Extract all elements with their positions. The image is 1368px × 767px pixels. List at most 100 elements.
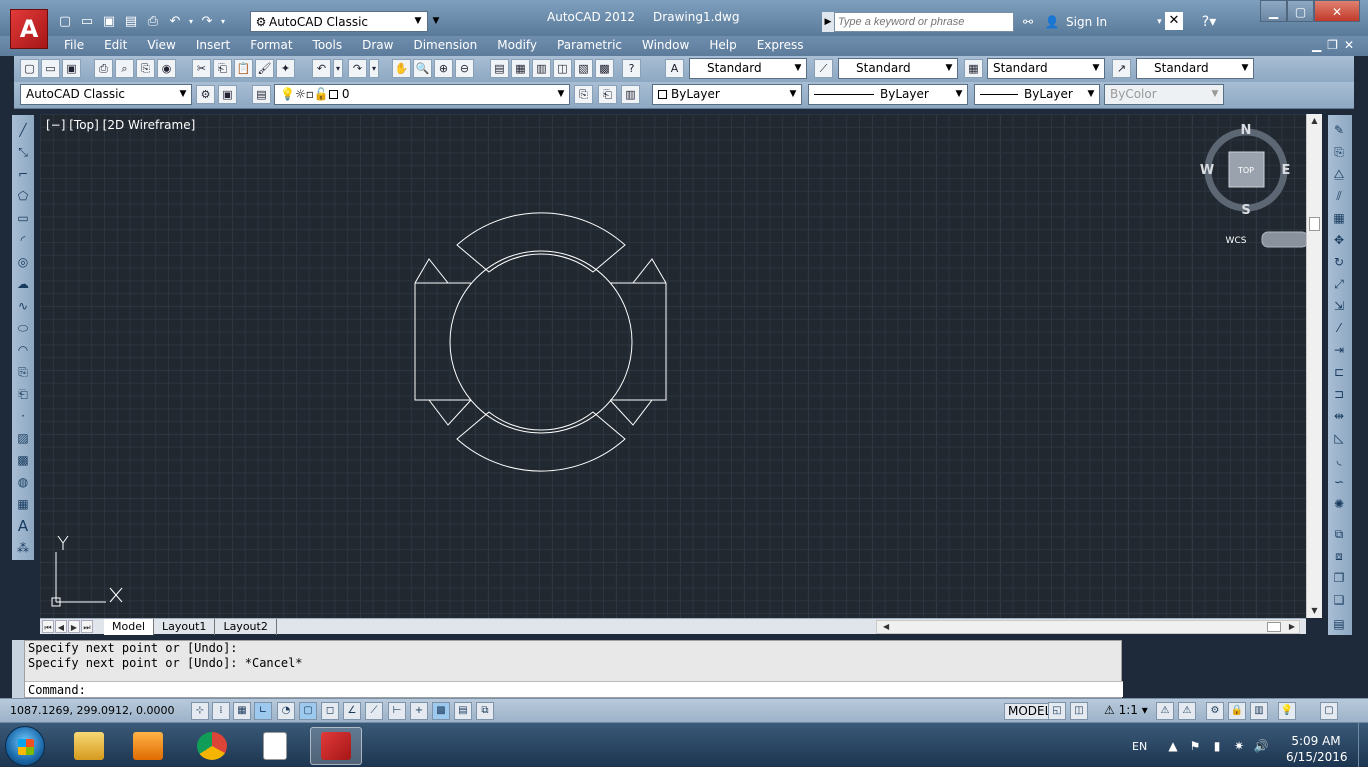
vertical-scrollbar[interactable]: ▲ ▼ — [1306, 114, 1322, 618]
show-desktop-button[interactable] — [1358, 723, 1368, 767]
construction-line-icon[interactable]: ⤡ — [14, 143, 32, 161]
isolate-objects-icon[interactable]: 💡 — [1278, 702, 1296, 720]
clean-screen-toggle-icon[interactable]: ▢ — [1320, 702, 1338, 720]
mleader-style-combo[interactable]: Standard ▼ — [1136, 58, 1254, 79]
dynamic-input-icon[interactable]: ⊢ — [388, 702, 406, 720]
text-to-front-icon[interactable]: ▤ — [1330, 615, 1348, 633]
insert-block-icon[interactable]: ⎘ — [14, 363, 32, 381]
text-style-combo[interactable]: Standard ▼ — [689, 58, 807, 79]
explode-icon[interactable]: ✺ — [1330, 495, 1348, 513]
minimize-button[interactable]: ▁ — [1260, 0, 1287, 22]
move-icon[interactable]: ✥ — [1330, 231, 1348, 249]
clock[interactable]: 5:09 AM 6/15/2016 — [1286, 733, 1348, 765]
tool-palettes-icon[interactable]: ▥ — [532, 59, 551, 78]
zoom-realtime-icon[interactable]: 🔍 — [413, 59, 432, 78]
annotation-visibility-icon[interactable]: ⚠ — [1156, 702, 1174, 720]
draworder-front-icon[interactable]: ⧉ — [1330, 525, 1348, 543]
maximize-button[interactable]: ▢ — [1287, 0, 1314, 22]
quick-properties-icon[interactable]: ▤ — [454, 702, 472, 720]
layer-previous-icon[interactable]: ⎗ — [598, 85, 617, 104]
hardware-acceleration-icon[interactable]: ▥ — [1250, 702, 1268, 720]
sheet-set-icon[interactable]: ◫ — [553, 59, 572, 78]
show-hidden-icons-icon[interactable]: ▲ — [1162, 739, 1184, 753]
dynamic-ucs-icon[interactable]: ⟋ — [365, 702, 383, 720]
menu-draw[interactable]: Draw — [362, 38, 393, 52]
tab-layout1[interactable]: Layout1 — [154, 619, 216, 635]
start-button[interactable] — [5, 726, 45, 766]
compass-west[interactable]: W — [1200, 163, 1214, 178]
rotate-icon[interactable]: ↻ — [1330, 253, 1348, 271]
lineweight-toggle-icon[interactable]: + — [410, 702, 428, 720]
transparency-icon[interactable]: ▩ — [432, 702, 450, 720]
workspace-switching-icon[interactable]: ⚙ — [1206, 702, 1224, 720]
ellipse-icon[interactable]: ⬭ — [14, 319, 32, 337]
sign-in-button[interactable]: Sign In — [1066, 15, 1107, 29]
last-tab-icon[interactable]: ⏭ — [81, 620, 93, 633]
menu-parametric[interactable]: Parametric — [557, 38, 622, 52]
rectangle-icon[interactable]: ▭ — [14, 209, 32, 227]
table-icon[interactable]: ▦ — [14, 495, 32, 513]
join-icon[interactable]: ⇹ — [1330, 407, 1348, 425]
next-tab-icon[interactable]: ▶ — [68, 620, 80, 633]
menu-modify[interactable]: Modify — [497, 38, 537, 52]
update-icon[interactable]: ✷ — [1228, 739, 1250, 753]
menu-insert[interactable]: Insert — [196, 38, 230, 52]
zoom-previous-icon[interactable]: ⊖ — [455, 59, 474, 78]
make-object-layer-current-icon[interactable]: ⎘ — [574, 85, 593, 104]
text-style-icon[interactable]: A — [665, 59, 684, 78]
qnew-icon[interactable]: ▢ — [20, 59, 39, 78]
layer-state-icon[interactable]: ▥ — [621, 85, 640, 104]
save-icon[interactable]: ▣ — [99, 12, 119, 32]
stretch-icon[interactable]: ⇲ — [1330, 297, 1348, 315]
publish-icon[interactable]: ⎘ — [136, 59, 155, 78]
search-expand-icon[interactable]: ▶ — [822, 12, 834, 32]
spline-icon[interactable]: ∿ — [14, 297, 32, 315]
object-snap-tracking-icon[interactable]: ∠ — [343, 702, 361, 720]
pan-icon[interactable]: ✋ — [392, 59, 411, 78]
copy-object-icon[interactable]: ⎘ — [1330, 143, 1348, 161]
scale-icon[interactable]: ⤢ — [1330, 275, 1348, 293]
workspace-combo[interactable]: AutoCAD Classic ▼ — [20, 84, 192, 105]
sign-in-dropdown-icon[interactable]: ▾ — [1157, 17, 1162, 27]
ucs-menu[interactable]: WCS — [1226, 236, 1247, 246]
workspace-settings-icon[interactable]: ⚙ — [196, 85, 215, 104]
hatch-icon[interactable]: ▨ — [14, 429, 32, 447]
point-icon[interactable]: · — [14, 407, 32, 425]
plot-icon[interactable]: ⎙ — [143, 12, 163, 32]
paste-icon[interactable]: 📋 — [234, 59, 253, 78]
selection-cycling-icon[interactable]: ⧉ — [476, 702, 494, 720]
menu-format[interactable]: Format — [250, 38, 292, 52]
prev-tab-icon[interactable]: ◀ — [55, 620, 67, 633]
command-window-grip[interactable] — [12, 640, 24, 698]
toolbar-redo-icon[interactable]: ↷ — [348, 59, 367, 78]
exchange-icon[interactable]: ✕ — [1165, 12, 1183, 30]
quick-view-drawings-icon[interactable]: ◫ — [1070, 702, 1088, 720]
ellipse-arc-icon[interactable]: ◠ — [14, 341, 32, 359]
gradient-icon[interactable]: ▩ — [14, 451, 32, 469]
taskbar-chrome[interactable] — [186, 727, 238, 765]
mirror-icon[interactable]: ⧋ — [1330, 165, 1348, 183]
autocad-logo-icon[interactable]: A — [10, 9, 48, 49]
layer-properties-icon[interactable]: ▤ — [252, 85, 271, 104]
menu-tools[interactable]: Tools — [313, 38, 343, 52]
copy-icon[interactable]: ⎗ — [213, 59, 232, 78]
table-style-icon[interactable]: ▦ — [964, 59, 983, 78]
annotation-scale[interactable]: ⚠ 1:1 ▾ — [1104, 703, 1148, 717]
compass-east[interactable]: E — [1282, 163, 1291, 178]
draworder-above-icon[interactable]: ❐ — [1330, 569, 1348, 587]
taskbar-explorer[interactable] — [63, 727, 115, 765]
menu-help[interactable]: Help — [709, 38, 736, 52]
taskbar-media-player[interactable] — [122, 727, 174, 765]
doc-restore-button[interactable]: ❐ — [1327, 38, 1338, 52]
taskbar-document[interactable] — [249, 727, 301, 765]
lineweight-combo[interactable]: ByLayer ▼ — [974, 84, 1100, 105]
coordinates-readout[interactable]: 1087.1269, 299.0912, 0.0000 — [10, 704, 174, 717]
layer-combo[interactable]: 💡☼▫🔓 0 ▼ — [274, 84, 570, 105]
clean-screen-icon[interactable]: ▣ — [218, 85, 237, 104]
toolbar-undo-icon[interactable]: ↶ — [312, 59, 331, 78]
menu-window[interactable]: Window — [642, 38, 689, 52]
horizontal-scroll-thumb[interactable] — [1267, 622, 1281, 632]
menu-dimension[interactable]: Dimension — [413, 38, 477, 52]
ortho-mode-icon[interactable]: ∟ — [254, 702, 272, 720]
quick-view-layouts-icon[interactable]: ◱ — [1048, 702, 1066, 720]
